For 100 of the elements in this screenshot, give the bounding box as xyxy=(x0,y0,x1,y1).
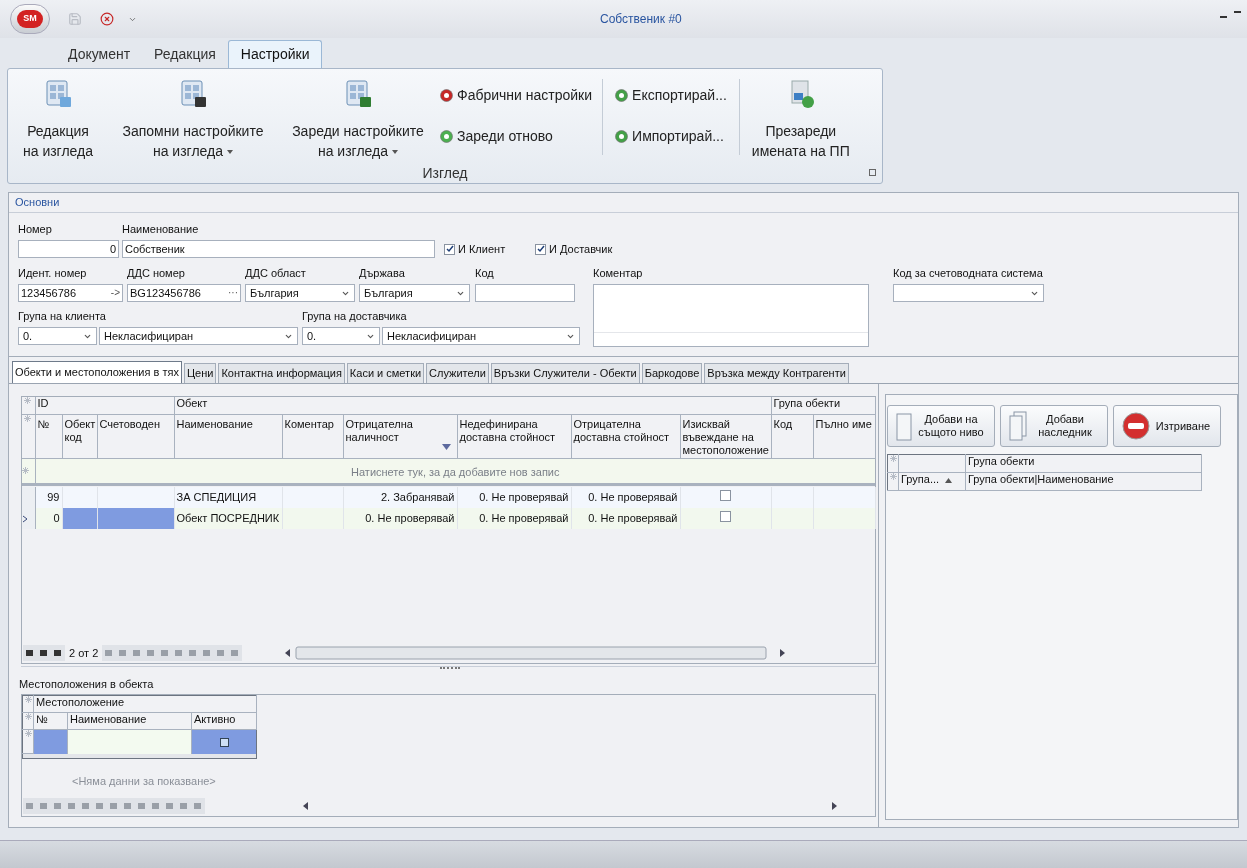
toolbar-button[interactable]: Изтриване xyxy=(1113,405,1221,447)
ellipsis-button[interactable]: ··· xyxy=(228,285,238,301)
detail-tab[interactable]: Контактна информация xyxy=(218,363,345,383)
band-header: Местоположение xyxy=(33,695,257,712)
checkbox-label: И Клиент xyxy=(458,241,506,257)
band-header: Обект xyxy=(174,397,772,414)
ribbon-large-button[interactable]: Редакция на изгледа xyxy=(8,79,108,163)
asterisk-icon xyxy=(24,414,31,422)
id-number-field[interactable]: 123456786 -> xyxy=(18,284,123,302)
round-icon xyxy=(440,130,453,143)
field-label: Държава xyxy=(359,267,406,280)
round-icon xyxy=(615,130,629,143)
asterisk-icon xyxy=(890,455,897,462)
close-icon[interactable] xyxy=(100,12,114,26)
field-label: Номер xyxy=(18,223,53,236)
asterisk-icon xyxy=(890,473,897,480)
ribbon-large-button[interactable]: Зареди настройките на изгледа xyxy=(278,79,438,163)
band-header: ID xyxy=(35,397,174,414)
filter-arrow-icon[interactable] xyxy=(441,443,451,450)
ribbon-large-button[interactable]: Презареди имената на ПП xyxy=(739,79,862,163)
checkbox[interactable] xyxy=(720,490,731,502)
checkbox[interactable] xyxy=(444,243,455,255)
dialog-launcher-icon[interactable] xyxy=(869,169,876,176)
window-title: Собственик #0 xyxy=(600,11,682,28)
ribbon-small-button[interactable]: Експортирай... xyxy=(615,85,727,106)
column-header[interactable]: Отрицателна наличност xyxy=(343,414,457,458)
column-header[interactable]: Коментар xyxy=(282,414,343,458)
column-header[interactable]: Отрицателна доставна стойност xyxy=(571,414,680,458)
grid-row[interactable]: 0 Обект ПОСРЕДНИК 0. Не проверявай 0. Не проверявай 0. Не проверявай xyxy=(22,508,876,529)
pages-icon xyxy=(1009,411,1027,441)
ribbon-tab[interactable]: Документ xyxy=(56,40,143,68)
table-cell: 0. Не проверявай xyxy=(457,508,571,529)
checkbox[interactable] xyxy=(720,511,731,523)
detail-tab[interactable]: Връзки Служители - Обекти xyxy=(490,363,640,383)
detail-tab[interactable]: Служители xyxy=(426,363,489,383)
toolbar-button[interactable]: Добави на същото ниво xyxy=(887,405,995,447)
column-header[interactable]: Изисквай въвеждане на местоположение xyxy=(680,414,772,458)
checkbox-icon[interactable] xyxy=(219,737,229,747)
empty-message: <Няма данни за показване> xyxy=(72,774,217,789)
round-icon xyxy=(615,89,629,102)
column-header[interactable]: Пълно име xyxy=(813,414,876,458)
asterisk-icon xyxy=(22,467,29,474)
detail-tab[interactable]: Баркодове xyxy=(641,363,703,383)
vat-area-dropdown[interactable]: България xyxy=(245,284,355,302)
detail-tab[interactable]: Връзка между Контрагенти xyxy=(704,363,849,383)
record-position: 2 от 2 xyxy=(65,644,103,662)
checkbox[interactable] xyxy=(535,243,546,255)
splitter-grip[interactable] xyxy=(439,667,460,670)
field-label: Код за счетоводната система xyxy=(893,267,1044,280)
supplier-group-dropdown[interactable]: Некласифициран xyxy=(382,327,580,345)
asterisk-icon xyxy=(25,729,32,737)
field-label: Код xyxy=(475,267,495,280)
accounting-code-dropdown[interactable] xyxy=(893,284,1044,302)
field-label: ДДС област xyxy=(245,267,307,280)
new-row-hint[interactable]: Натиснете тук, за да добавите нов запис xyxy=(351,465,560,478)
column-header[interactable]: Счетоводен xyxy=(97,414,174,458)
ribbon-tab[interactable]: Настройки xyxy=(227,40,323,68)
sort-up-icon xyxy=(945,477,953,483)
grid-document-icon xyxy=(178,79,208,109)
client-group-code-dropdown[interactable]: 0. xyxy=(18,327,97,345)
detail-tab[interactable]: Цени xyxy=(183,363,217,383)
arrow-button[interactable]: -> xyxy=(110,285,120,301)
checkbox-label: И Доставчик xyxy=(549,241,613,257)
country-dropdown[interactable]: България xyxy=(359,284,470,302)
dropdown-arrow-icon[interactable] xyxy=(392,150,398,155)
band-header: Група обекти xyxy=(771,397,876,414)
number-field[interactable]: 0 xyxy=(18,240,119,258)
grid-row[interactable]: 99 ЗА СПЕДИЦИЯ 2. Забранявай 0. Не проверявай 0. Не проверявай xyxy=(22,487,876,508)
check-icon xyxy=(445,245,454,253)
dropdown-arrow-icon[interactable] xyxy=(227,150,233,155)
column-header[interactable]: Недефинирана доставна стойност xyxy=(457,414,571,458)
column-header[interactable]: Наименование xyxy=(174,414,282,458)
name-field[interactable]: Собственик xyxy=(122,240,435,258)
check-icon xyxy=(536,245,545,253)
client-group-dropdown[interactable]: Некласифициран xyxy=(99,327,298,345)
field-label: Група на доставчика xyxy=(302,310,408,323)
page-icon xyxy=(896,411,912,441)
code-field[interactable] xyxy=(475,284,575,302)
vat-number-field[interactable]: BG123456786 ··· xyxy=(127,284,241,302)
asterisk-icon xyxy=(25,695,32,703)
ribbon-small-button[interactable]: Импортирай... xyxy=(615,126,727,147)
field-label: Наименование xyxy=(122,223,200,236)
row-indicator-icon xyxy=(22,514,28,523)
supplier-group-code-dropdown[interactable]: 0. xyxy=(302,327,380,345)
ribbon-small-button[interactable]: Фабрични настройки xyxy=(440,85,593,106)
asterisk-icon xyxy=(24,397,31,404)
field-label: Група на клиента xyxy=(18,310,107,323)
detail-tab[interactable]: Каси и сметки xyxy=(346,363,425,383)
ribbon-large-button[interactable]: Запомни настройките на изгледа xyxy=(108,79,278,163)
detail-tab[interactable]: Обекти и местоположения в тях xyxy=(12,361,182,383)
section-title: Основни xyxy=(15,195,60,211)
grid-document-icon xyxy=(43,79,73,109)
column-header[interactable]: Обект код xyxy=(62,414,97,458)
app-menu-button[interactable]: SM xyxy=(10,4,50,34)
toolbar-button[interactable]: Добави наследник xyxy=(1000,405,1108,447)
save-icon[interactable] xyxy=(68,12,82,26)
comment-field[interactable] xyxy=(593,284,869,347)
ribbon-tab[interactable]: Редакция xyxy=(142,40,228,68)
column-header[interactable]: Код xyxy=(771,414,814,458)
ribbon-small-button[interactable]: Зареди отново xyxy=(440,126,593,147)
